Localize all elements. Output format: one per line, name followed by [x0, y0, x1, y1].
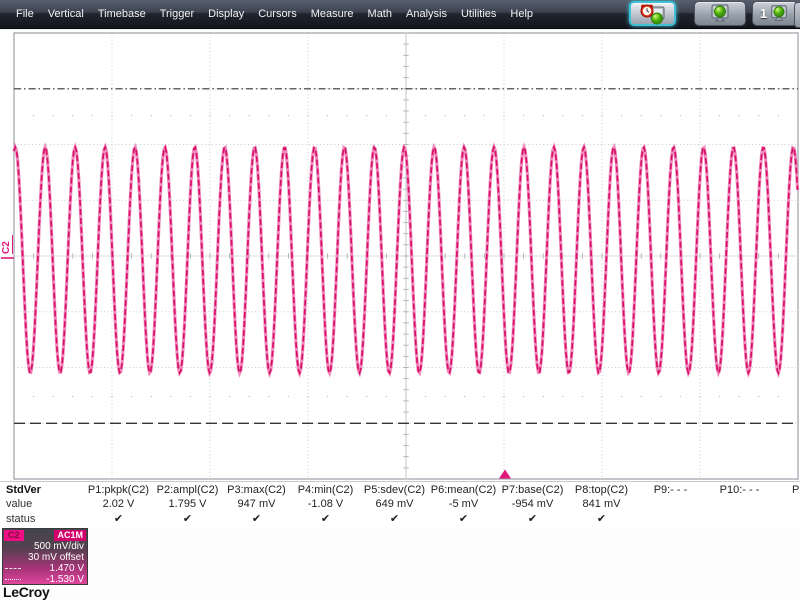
- menu-trigger[interactable]: Trigger: [153, 1, 201, 27]
- param-status: ✔: [320, 512, 331, 525]
- param-value: -954 mV: [511, 498, 554, 510]
- menu-display[interactable]: Display: [201, 1, 251, 27]
- oscilloscope-window: File Vertical Timebase Trigger Display Cursor…: [0, 0, 800, 600]
- menu-math[interactable]: Math: [361, 1, 399, 27]
- menu-analysis[interactable]: Analysis: [399, 1, 454, 27]
- param-label[interactable]: P4:min(C2): [291, 482, 360, 497]
- offset-readout: 30 mV offset: [28, 552, 84, 563]
- measure-value-label: value: [6, 498, 33, 510]
- dashdot-line-icon: [5, 568, 21, 569]
- param-value: 841 mV: [582, 498, 621, 510]
- coupling-badge: AC1M: [54, 530, 86, 541]
- c2-trace-label: C2: [1, 241, 12, 254]
- param-label[interactable]: P3:max(C2): [222, 482, 291, 497]
- param-value: 1.795 V: [168, 498, 207, 510]
- menu-utilities[interactable]: Utilities: [454, 1, 503, 27]
- volts-per-div-readout: 500 mV/div: [33, 541, 84, 552]
- timer-scope-button[interactable]: [629, 1, 676, 26]
- param-status: ✔: [113, 512, 124, 525]
- param-status: ✔: [596, 512, 607, 525]
- lecroy-logo: LeCroy: [3, 584, 50, 600]
- scope-display-icon: [771, 4, 787, 21]
- scope-grid: C2: [1, 32, 800, 480]
- param-status: ✔: [182, 512, 193, 525]
- cursor-bottom-level-readout: -1.530 V: [46, 574, 84, 585]
- measure-status-label: status: [6, 512, 36, 525]
- channel-c2-descriptor[interactable]: C2 AC1M 500 mV/div 30 mV offset 1.470 V …: [2, 528, 88, 585]
- param-status: ✔: [251, 512, 262, 525]
- param-label[interactable]: P10:- - -: [705, 482, 774, 497]
- menu-cursors[interactable]: Cursors: [251, 1, 304, 27]
- button-number-label: 1: [759, 6, 768, 21]
- menu-vertical[interactable]: Vertical: [41, 1, 91, 27]
- param-value: [705, 497, 774, 511]
- param-value: -5 mV: [448, 498, 479, 510]
- param-value: 2.02 V: [102, 498, 135, 510]
- menu-help[interactable]: Help: [503, 1, 540, 27]
- channel-badge: C2: [4, 530, 24, 541]
- param-value: 649 mV: [375, 498, 414, 510]
- scope-display-icon: [711, 4, 729, 21]
- param-status: [636, 511, 705, 526]
- param-value: 947 mV: [237, 498, 276, 510]
- param-status: ✔: [389, 512, 400, 525]
- trigger-position-marker: [499, 469, 511, 479]
- param-status-overflow: [774, 511, 800, 526]
- dotted-line-icon: [5, 579, 21, 580]
- menu-file[interactable]: File: [9, 1, 41, 27]
- menu-bar: File Vertical Timebase Trigger Display Cursor…: [0, 0, 800, 29]
- measure-mode-label: StdVer: [6, 483, 41, 496]
- menu-timebase[interactable]: Timebase: [91, 1, 153, 27]
- param-label-overflow: P: [792, 483, 800, 496]
- menu-measure[interactable]: Measure: [304, 1, 361, 27]
- param-label[interactable]: P1:pkpk(C2): [84, 482, 153, 497]
- param-label[interactable]: P5:sdev(C2): [360, 482, 429, 497]
- scope-display-1-button[interactable]: 1: [752, 1, 798, 26]
- param-status: ✔: [527, 512, 538, 525]
- param-status: [705, 511, 774, 526]
- param-label[interactable]: P2:ampl(C2): [153, 482, 222, 497]
- measure-table: StdVer P1:pkpk(C2) P2:ampl(C2) P3:max(C2) P4…: [0, 481, 800, 528]
- cursor-top-level-readout: 1.470 V: [49, 563, 84, 574]
- param-status: ✔: [458, 512, 469, 525]
- waveform-display: C2: [0, 28, 800, 482]
- toolbar-overflow-button[interactable]: [794, 2, 800, 28]
- param-label[interactable]: P8:top(C2): [567, 482, 636, 497]
- param-label[interactable]: P6:mean(C2): [429, 482, 498, 497]
- param-label[interactable]: P9:- - -: [636, 482, 705, 497]
- alarm-clock-scope-icon: [640, 4, 664, 24]
- param-value: [636, 497, 705, 511]
- param-value: -1.08 V: [307, 498, 344, 510]
- param-value-overflow: [774, 497, 800, 511]
- scope-display-button[interactable]: [694, 1, 746, 26]
- param-label[interactable]: P7:base(C2): [498, 482, 567, 497]
- menu-items: File Vertical Timebase Trigger Display Cursor…: [0, 0, 540, 28]
